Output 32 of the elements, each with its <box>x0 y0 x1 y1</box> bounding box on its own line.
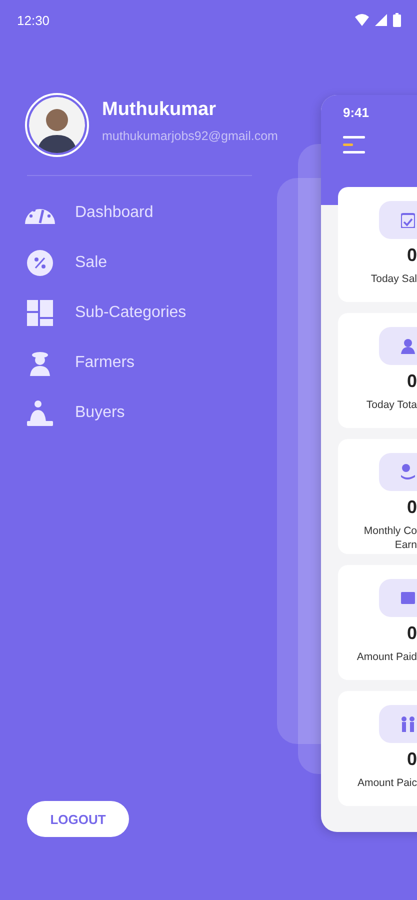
menu-item[interactable]: Sub-Categories <box>25 298 300 328</box>
buyer-icon <box>25 400 55 426</box>
status-time: 12:30 <box>17 12 51 28</box>
calendar-icon <box>401 212 415 228</box>
user-email: muthukumarjobs92@gmail.com <box>102 129 278 143</box>
stat-label: Amount Paid <box>356 650 417 664</box>
logout-button[interactable]: LOGOUT <box>27 801 129 837</box>
avatar <box>25 93 89 157</box>
stat-value: 0 <box>406 749 417 770</box>
stat-label: Today Tota <box>366 398 417 412</box>
stat-label: Today Sal <box>370 272 417 286</box>
stat-value: 0 <box>406 497 417 518</box>
stat-label: Earn <box>394 538 417 552</box>
signal-icon <box>375 14 387 26</box>
stat-value: 0 <box>406 245 417 266</box>
menu-item[interactable]: Farmers <box>25 348 300 378</box>
percent-badge-icon <box>25 249 55 277</box>
stat-value: 0 <box>406 623 417 644</box>
menu-icon[interactable] <box>343 136 365 154</box>
menu-item[interactable]: Dashboard <box>25 198 300 228</box>
menu-item[interactable]: Sale <box>25 248 300 278</box>
grid-icon <box>25 300 55 326</box>
menu-item[interactable]: Buyers <box>25 398 300 428</box>
stat-value: 0 <box>406 371 417 392</box>
stat-label: Monthly Co <box>364 524 417 538</box>
wifi-icon <box>355 14 369 26</box>
battery-icon <box>393 13 401 27</box>
user-name: Muthukumar <box>102 99 217 121</box>
preview-time: 9:41 <box>343 105 370 120</box>
stat-label: Amount Paic <box>357 776 417 790</box>
people-icon <box>401 716 415 732</box>
person-icon <box>401 338 415 354</box>
